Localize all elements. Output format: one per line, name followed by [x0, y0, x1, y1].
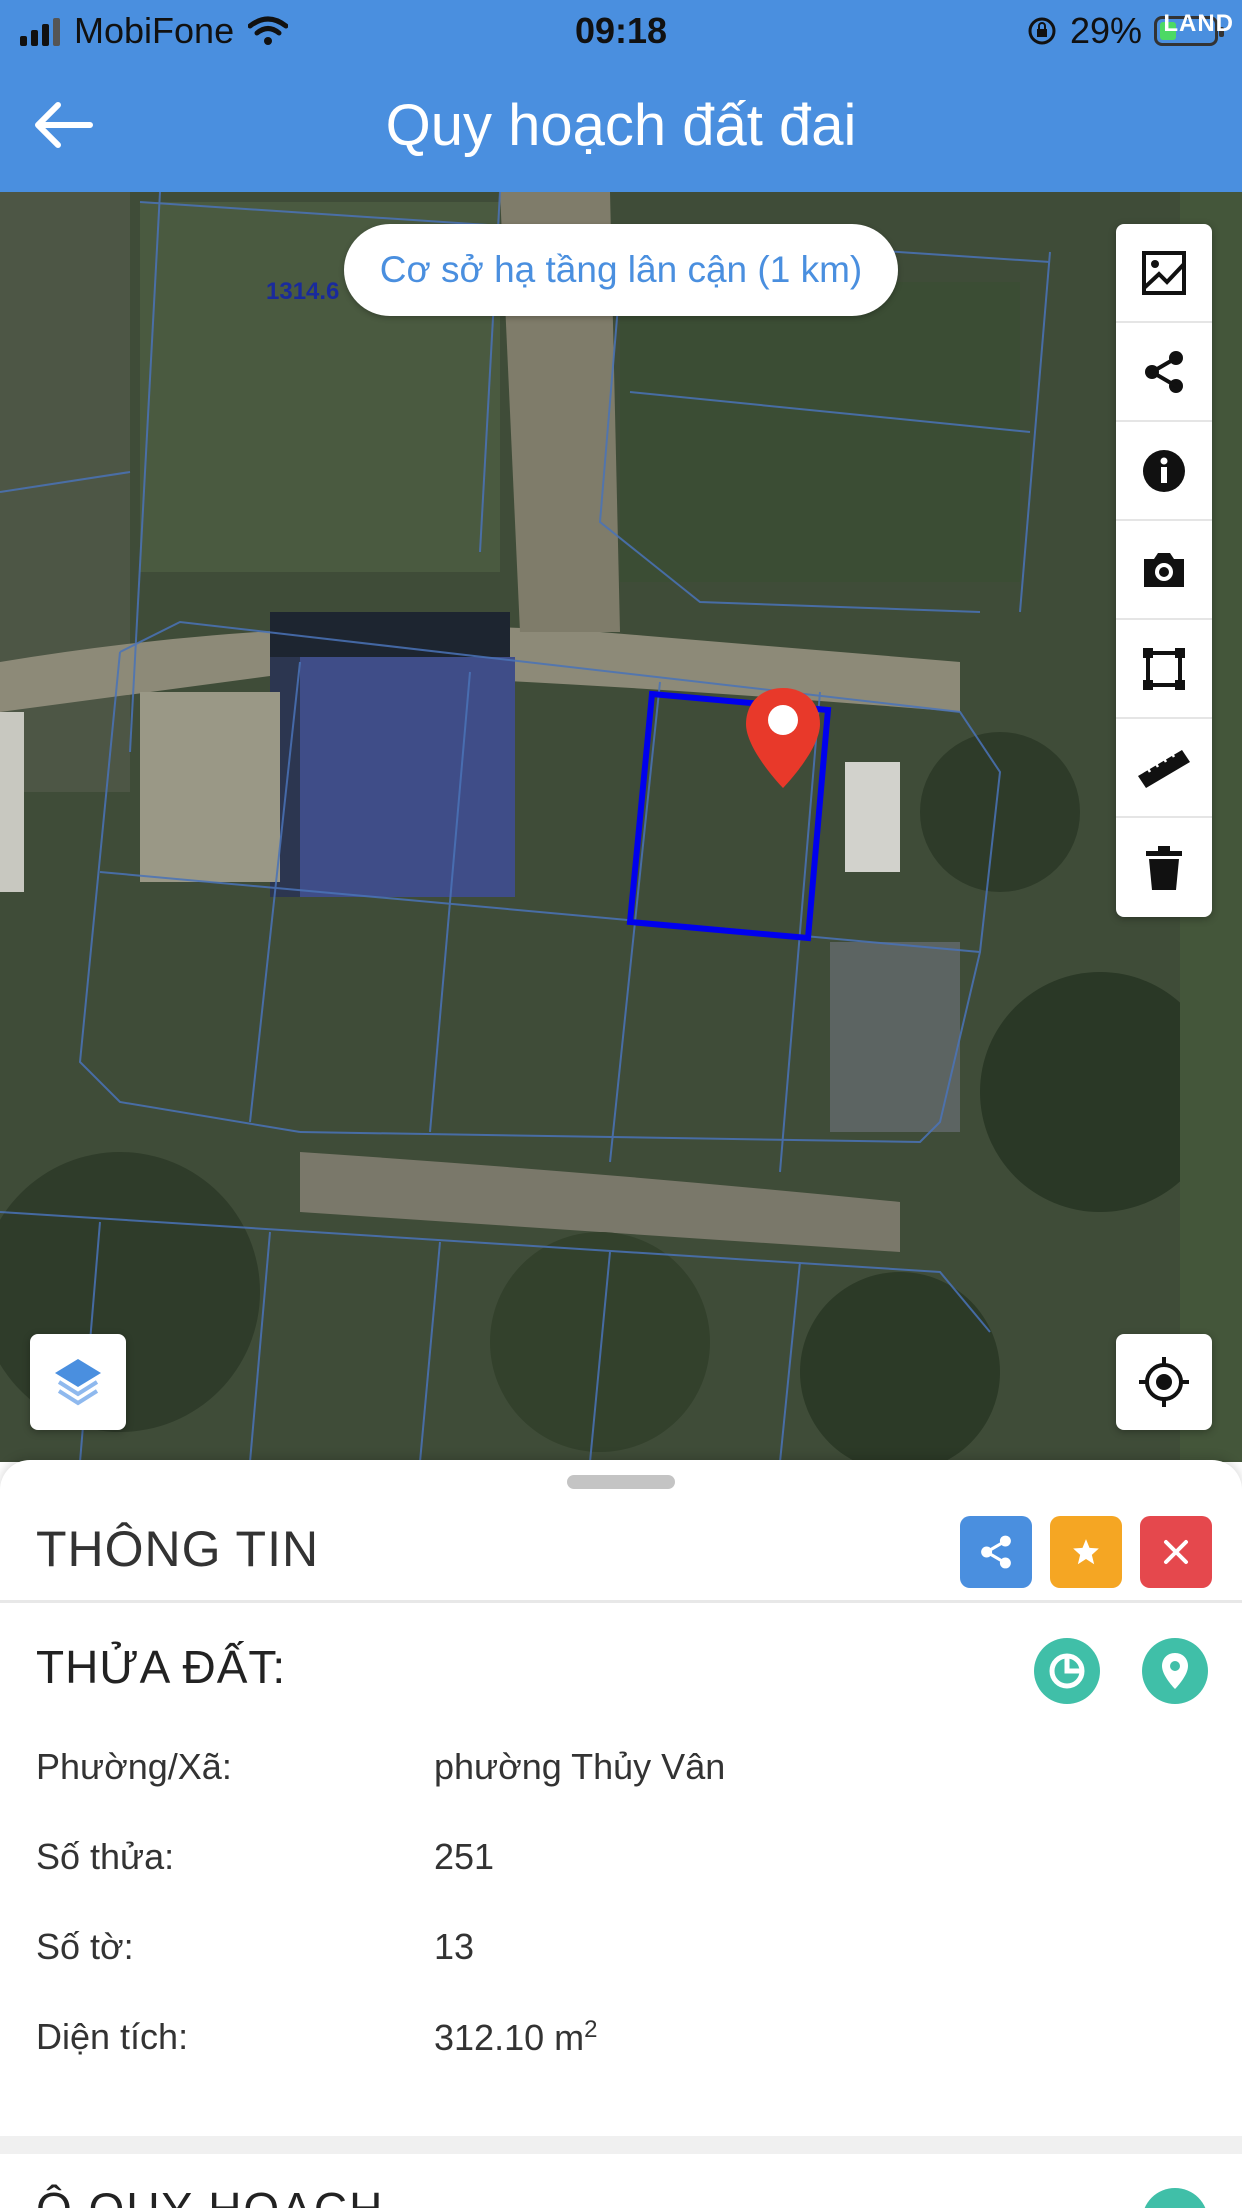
star-icon [1073, 1539, 1099, 1565]
polygon-icon [1143, 647, 1185, 690]
row-label: Số thửa: [36, 1836, 175, 1877]
location-pin-icon [1162, 1653, 1188, 1689]
map-share-button[interactable] [1116, 323, 1212, 422]
ruler-icon [1138, 749, 1190, 788]
sheet-drag-handle[interactable] [567, 1475, 675, 1489]
planning-section-button[interactable] [1142, 2188, 1208, 2208]
share-icon [1145, 350, 1183, 393]
measure-button[interactable] [1116, 719, 1212, 818]
row-value: 251 [434, 1836, 495, 1877]
locate-parcel-button[interactable] [1142, 1638, 1208, 1704]
camera-icon [1144, 552, 1184, 587]
land-use-chart-button[interactable] [1034, 1638, 1100, 1704]
area-unit-exponent: 2 [584, 2016, 598, 2043]
sheet-actions [960, 1516, 1212, 1588]
camera-button[interactable] [1116, 521, 1212, 620]
draw-polygon-button[interactable] [1116, 620, 1212, 719]
share-icon [981, 1535, 1011, 1569]
layers-icon [55, 1359, 101, 1406]
info-row-area: Diện tích: 312.10 m2 [36, 2016, 1206, 2066]
parcel-number-label: 1314.6 [266, 278, 340, 305]
battery-percent: 29% [1069, 10, 1142, 51]
sheet-title: THÔNG TIN [36, 1521, 320, 1577]
info-button[interactable] [1116, 422, 1212, 521]
orientation-lock-icon [1028, 17, 1056, 45]
image-overlay-button[interactable] [1116, 224, 1212, 323]
map-toolbar [1116, 224, 1212, 917]
row-value: 312.10 m2 [434, 2016, 597, 2059]
trash-icon [1146, 845, 1182, 890]
app-header: MobiFone 09:18 29% LAND Quy hoạch đất đa… [0, 0, 1242, 192]
close-button[interactable] [1140, 1516, 1212, 1588]
row-label: Diện tích: [36, 2016, 189, 2057]
share-button[interactable] [960, 1516, 1032, 1588]
map-marker-icon[interactable] [742, 684, 824, 794]
pie-chart-icon [1049, 1653, 1085, 1689]
info-row-ward: Phường/Xã: phường Thủy Vân [36, 1746, 1206, 1796]
page-title: Quy hoạch đất đai [385, 93, 857, 158]
favorite-button[interactable] [1050, 1516, 1122, 1588]
brand-watermark: LAND [1163, 10, 1234, 37]
area-value: 312.10 m [434, 2017, 585, 2058]
row-label: Số tờ: [36, 1926, 134, 1967]
my-location-button[interactable] [1116, 1334, 1212, 1430]
sheet-divider [0, 1600, 1242, 1603]
info-row-map-sheet: Số tờ: 13 [36, 1926, 1206, 1976]
delete-button[interactable] [1116, 818, 1212, 917]
map-view[interactable]: 1314.6 Cơ sở hạ tầng lân cận (1 km) [0, 192, 1242, 1462]
section-separator [0, 2136, 1242, 2154]
row-value: 13 [434, 1926, 475, 1967]
info-sheet: THÔNG TIN THỬA ĐẤT: Phường/Xã: phường Th… [0, 1460, 1242, 2208]
satellite-imagery [0, 192, 1242, 1462]
info-row-parcel-number: Số thửa: 251 [36, 1836, 1206, 1886]
info-icon [1143, 449, 1185, 492]
image-icon [1142, 250, 1186, 295]
status-bar: MobiFone 09:18 29% LAND [0, 0, 1242, 62]
crosshair-icon [1139, 1357, 1189, 1407]
parcel-section-title: THỬA ĐẤT: [36, 1641, 287, 1693]
row-value: phường Thủy Vân [434, 1746, 726, 1787]
close-icon [1164, 1540, 1188, 1564]
planning-section-title: Ô QUY HOẠCH [36, 2182, 384, 2208]
row-label: Phường/Xã: [36, 1746, 232, 1787]
layers-button[interactable] [30, 1334, 126, 1430]
nearby-infrastructure-button[interactable]: Cơ sở hạ tầng lân cận (1 km) [344, 224, 898, 316]
